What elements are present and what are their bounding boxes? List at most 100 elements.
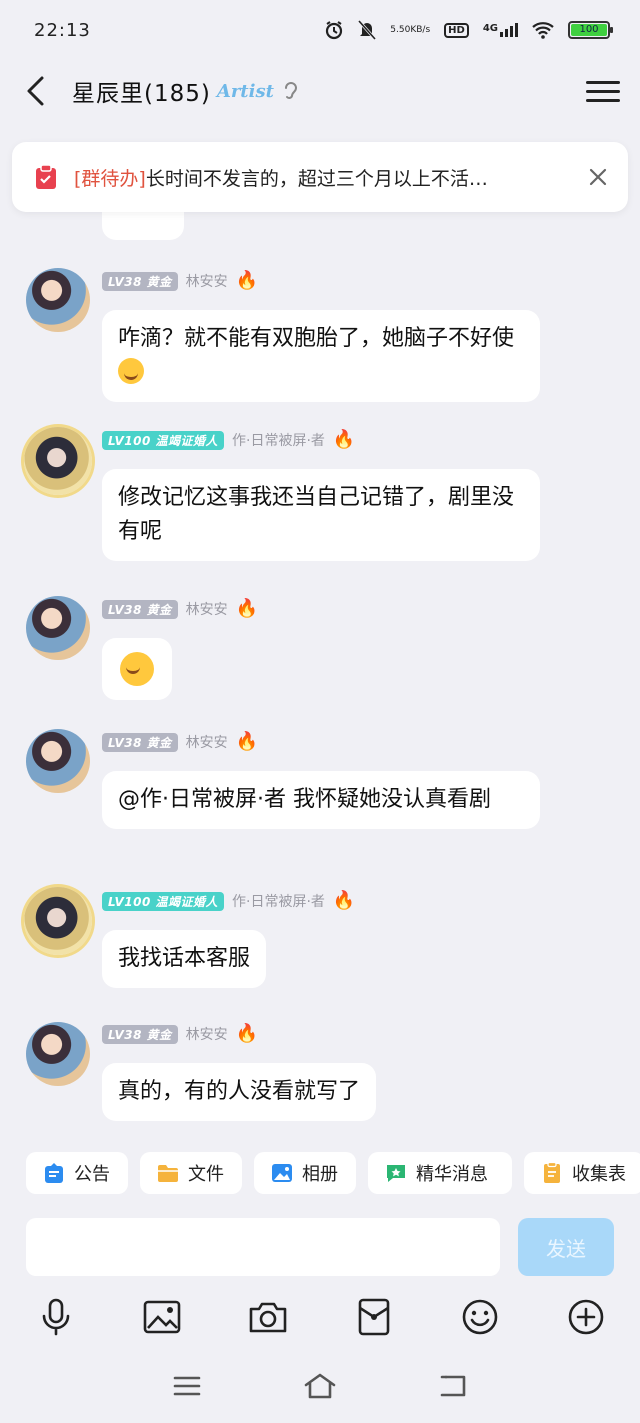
message-text: 我找话本客服 <box>118 946 251 971</box>
net-speed-value: 5.50 <box>390 24 411 35</box>
back-nav-button[interactable] <box>436 1369 470 1403</box>
sender-meta: LV100 温竭证婚人 作·日常被屏·者 🔥 <box>102 890 355 912</box>
fire-icon: 🔥 <box>235 1023 259 1044</box>
form-icon <box>544 1161 560 1183</box>
network-label: 4G <box>482 23 498 34</box>
featured-message-icon <box>387 1165 405 1182</box>
quick-action-bar: 公告 文件 相册 精华消息 收集表 <box>0 1152 640 1204</box>
sender-meta: LV38 黄金 林安安 🔥 <box>102 1023 258 1045</box>
status-bar: 22:13 5.50 KB/s HD 4G 100 <box>0 0 640 60</box>
fire-icon: 🔥 <box>235 731 259 752</box>
sender-name[interactable]: 林安安 <box>186 1024 228 1044</box>
status-icons: 5.50 KB/s HD 4G 100 <box>324 20 613 40</box>
featured-messages-button[interactable]: 精华消息 <box>368 1152 512 1194</box>
group-todo-notice[interactable]: [群待办]长时间不发言的，超过三个月以上不活… <box>12 142 628 212</box>
chip-label: 公告 <box>74 1164 110 1185</box>
composer: 发送 <box>0 1208 640 1286</box>
album-icon <box>272 1164 292 1182</box>
message-input[interactable] <box>26 1218 500 1276</box>
signal-bars-icon <box>500 23 518 37</box>
fire-icon: 🔥 <box>332 890 356 911</box>
message-text: 咋滴？就不能有双胞胎了，她脑子不好使 <box>118 326 515 351</box>
clipboard-icon <box>34 164 58 190</box>
alarm-icon <box>324 20 344 40</box>
voice-button[interactable] <box>36 1297 76 1337</box>
level-badge: LV38 黄金 <box>102 599 178 619</box>
microphone-icon <box>42 1298 70 1336</box>
hd-badge: HD <box>444 22 469 38</box>
level-badge: LV100 温竭证婚人 <box>102 430 225 450</box>
message-text: 真的，有的人没看就写了 <box>118 1079 361 1104</box>
notice-tag: [群待办] <box>74 167 146 190</box>
group-title[interactable]: 星辰里(185) <box>72 74 211 108</box>
announcement-icon <box>45 1163 63 1183</box>
sender-name[interactable]: 林安安 <box>186 599 228 619</box>
emoji-button[interactable] <box>460 1297 500 1337</box>
red-packet-icon <box>358 1298 390 1336</box>
mute-icon <box>358 20 377 40</box>
more-button[interactable] <box>566 1297 606 1337</box>
battery-level: 100 <box>571 24 607 36</box>
message-list[interactable]: LV38 黄金 林安安 🔥 咋滴？就不能有双胞胎了，她脑子不好使 LV100 温… <box>0 130 640 1148</box>
red-packet-button[interactable] <box>354 1297 394 1337</box>
net-speed: 5.50 KB/s <box>390 24 431 35</box>
smiley-icon <box>462 1299 498 1335</box>
send-button[interactable]: 发送 <box>518 1218 614 1276</box>
menu-line <box>586 98 620 102</box>
sender-name[interactable]: 林安安 <box>186 732 228 752</box>
menu-button[interactable] <box>586 74 620 108</box>
sender-name[interactable]: 作·日常被屏·者 <box>232 891 325 911</box>
message-bubble[interactable]: 我找话本客服 <box>102 930 267 988</box>
message-bubble[interactable]: 咋滴？就不能有双胞胎了，她脑子不好使 <box>102 310 540 402</box>
clock: 22:13 <box>34 19 91 41</box>
form-button[interactable]: 收集表 <box>524 1152 640 1194</box>
message-bubble[interactable]: 修改记忆这事我还当自己记错了，剧里没有呢 <box>102 469 540 561</box>
announcement-button[interactable]: 公告 <box>26 1152 128 1194</box>
camera-button[interactable] <box>248 1297 288 1337</box>
back-button[interactable] <box>20 71 50 111</box>
artist-badge[interactable]: Artist <box>217 81 274 102</box>
close-icon <box>589 168 607 186</box>
avatar[interactable] <box>26 268 90 332</box>
camera-icon <box>249 1302 287 1333</box>
close-notice-button[interactable] <box>584 163 612 191</box>
avatar[interactable] <box>24 887 92 955</box>
system-nav-bar <box>0 1356 640 1416</box>
avatar[interactable] <box>24 427 92 495</box>
message-bubble[interactable]: 真的，有的人没看就写了 <box>102 1063 377 1121</box>
avatar[interactable] <box>26 596 90 660</box>
fire-icon: 🔥 <box>235 270 259 291</box>
message-bubble[interactable] <box>102 638 172 700</box>
sender-meta: LV38 黄金 林安安 🔥 <box>102 270 258 292</box>
chip-label: 文件 <box>188 1164 224 1185</box>
wifi-icon <box>532 21 554 39</box>
files-button[interactable]: 文件 <box>140 1152 242 1194</box>
fire-icon: 🔥 <box>235 598 259 619</box>
image-button[interactable] <box>142 1297 182 1337</box>
ear-icon[interactable] <box>282 80 300 102</box>
net-speed-unit: KB/s <box>410 24 431 35</box>
notice-text: [群待办]长时间不发言的，超过三个月以上不活… <box>74 164 544 191</box>
message-bubble[interactable]: @作·日常被屏·者 我怀疑她没认真看剧 <box>102 771 540 829</box>
sender-name[interactable]: 林安安 <box>186 271 228 291</box>
home-button[interactable] <box>303 1369 337 1403</box>
recent-apps-button[interactable] <box>170 1369 204 1403</box>
composer-toolbar <box>0 1290 640 1344</box>
laughing-emoji-icon <box>118 358 144 384</box>
avatar[interactable] <box>26 729 90 793</box>
battery-icon: 100 <box>568 21 613 39</box>
level-badge: LV38 黄金 <box>102 271 178 291</box>
chip-label: 收集表 <box>572 1164 626 1185</box>
avatar[interactable] <box>26 1022 90 1086</box>
cellular-signal: 4G <box>483 23 518 37</box>
return-icon <box>441 1375 466 1397</box>
notice-content: 长时间不发言的，超过三个月以上不活… <box>145 167 488 190</box>
laughing-emoji-icon <box>120 652 154 686</box>
menu-line <box>586 89 620 93</box>
menu-line <box>586 80 620 84</box>
image-icon <box>143 1300 181 1334</box>
sender-name[interactable]: 作·日常被屏·者 <box>232 430 325 450</box>
album-button[interactable]: 相册 <box>254 1152 356 1194</box>
message-text: 修改记忆这事我还当自己记错了，剧里没有呢 <box>118 485 515 544</box>
level-badge: LV38 黄金 <box>102 732 178 752</box>
